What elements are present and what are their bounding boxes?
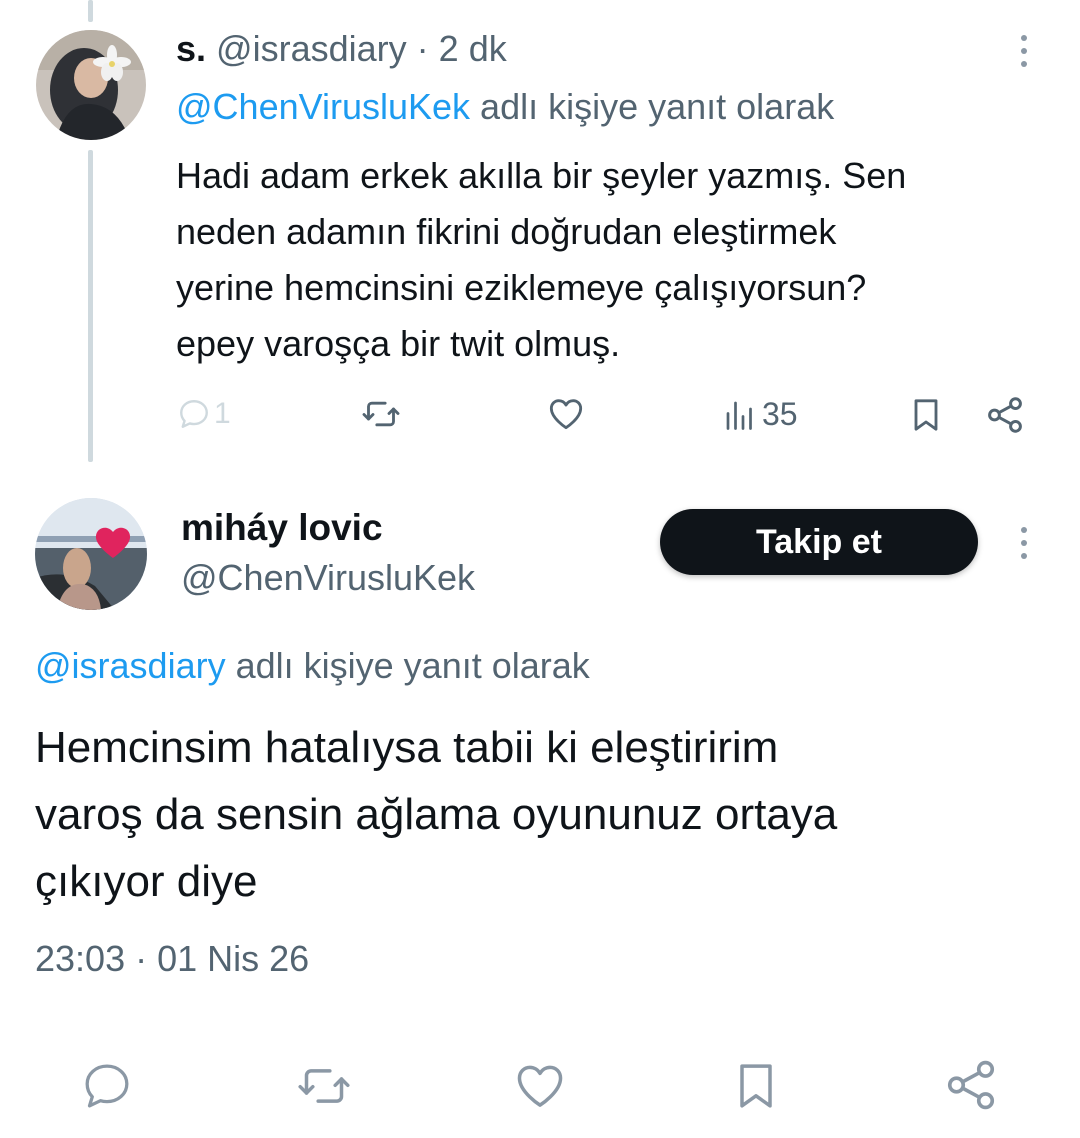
views-icon — [722, 397, 758, 433]
like-icon[interactable] — [545, 394, 587, 434]
retweet-icon[interactable] — [292, 1058, 356, 1114]
follow-button[interactable]: Takip et — [660, 509, 978, 575]
reply-to-link[interactable]: @israsdiary — [35, 645, 226, 686]
reply-button[interactable]: 1 — [176, 396, 231, 432]
avatar-israsdiary[interactable] — [36, 30, 146, 140]
reply-context: @israsdiary adlı kişiye yanıt olarak — [35, 644, 590, 688]
reply-count: 1 — [214, 397, 231, 430]
thread-line-top — [88, 0, 93, 22]
tweet-text: Hadi adam erkek akılla bir şeyler yazmış… — [176, 148, 906, 372]
reply-to-text: adlı kişiye yanıt olarak — [235, 645, 590, 686]
share-icon[interactable] — [942, 1056, 1000, 1114]
view-count: 35 — [762, 396, 798, 432]
tweet-timestamp[interactable]: 23:03 · 01 Nis 26 — [35, 936, 309, 982]
reply-icon — [176, 396, 212, 432]
tweet-time[interactable]: 2 dk — [439, 28, 507, 69]
retweet-icon[interactable] — [358, 394, 404, 434]
bookmark-icon[interactable] — [728, 1056, 784, 1116]
tweet-text-line: neden adamın fikrini doğrudan eleştirmek — [176, 211, 837, 252]
bookmark-icon[interactable] — [906, 393, 946, 437]
more-icon[interactable] — [1019, 527, 1029, 559]
thread-line — [88, 150, 93, 462]
main-tweet-handle[interactable]: @ChenVirusluKek — [181, 556, 475, 600]
tweet-text-line: epey varoşça bir twit olmuş. — [176, 323, 621, 364]
reply-to-link[interactable]: @ChenVirusluKek — [176, 86, 470, 127]
reply1-header: s. @israsdiary · 2 dk — [176, 28, 507, 70]
reply-icon[interactable] — [79, 1058, 135, 1114]
share-icon[interactable] — [984, 394, 1026, 436]
tweet-text-line: yerine hemcinsini eziklemeye çalışıyorsu… — [176, 267, 867, 308]
tweet-text-line: Hadi adam erkek akılla bir şeyler yazmış… — [176, 155, 907, 196]
main-tweet-display-name[interactable]: miháy lovic — [181, 506, 383, 550]
display-name[interactable]: s. — [176, 28, 206, 69]
separator: · — [416, 28, 429, 69]
views-button[interactable]: 35 — [722, 396, 798, 433]
more-icon[interactable] — [1019, 35, 1029, 67]
main-tweet-text: Hemcinsim hatalıysa tabii ki eleştiririm… — [35, 714, 837, 915]
tweet-text-line: çıkıyor diye — [35, 857, 258, 906]
like-icon[interactable] — [511, 1058, 569, 1114]
user-handle[interactable]: @israsdiary — [216, 28, 407, 69]
reply-context: @ChenVirusluKek adlı kişiye yanıt olarak — [176, 86, 834, 128]
tweet-text-line: Hemcinsim hatalıysa tabii ki eleştiririm — [35, 723, 779, 772]
avatar-chenvirusluk[interactable] — [35, 498, 147, 610]
reply-to-text: adlı kişiye yanıt olarak — [480, 86, 835, 127]
tweet-text-line: varoş da sensin ağlama oyununuz ortaya — [35, 790, 838, 839]
